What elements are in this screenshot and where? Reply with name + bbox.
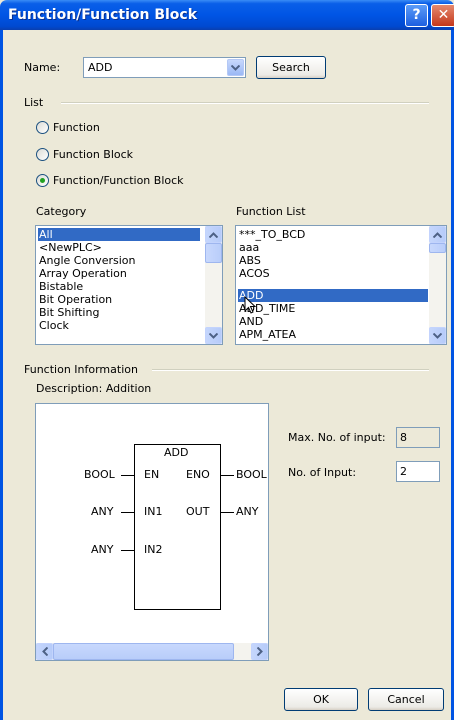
search-button[interactable]: Search: [256, 56, 326, 79]
ok-button[interactable]: OK: [284, 688, 358, 711]
radio-function-function-block-label: Function/Function Block: [53, 174, 184, 187]
radio-function-block-label: Function Block: [53, 148, 134, 161]
input-type-label: ANY: [91, 543, 114, 556]
category-label: Category: [36, 205, 87, 218]
list-group-divider: [61, 102, 429, 104]
function-info-label: Function Information: [24, 363, 138, 376]
close-button[interactable]: ✕: [431, 4, 454, 27]
max-inputs-label: Max. No. of input:: [288, 431, 386, 444]
num-inputs-field[interactable]: 2: [396, 461, 440, 482]
arrow-right-icon[interactable]: [251, 643, 268, 660]
max-inputs-value: 8: [400, 431, 407, 444]
list-item[interactable]: ADD: [238, 289, 428, 302]
arrow-left-icon[interactable]: [36, 643, 53, 660]
chevron-down-icon[interactable]: [227, 59, 244, 76]
num-inputs-label: No. of Input:: [288, 466, 357, 479]
list-group-label: List: [24, 96, 44, 109]
window-title: Function/Function Block: [8, 7, 198, 23]
search-button-label: Search: [272, 61, 310, 74]
list-item[interactable]: APM_ATEA: [238, 328, 297, 341]
radio-circle[interactable]: [36, 121, 49, 134]
input-pin-line: [121, 475, 134, 476]
name-combobox[interactable]: ADD: [83, 57, 246, 78]
output-pin-line: [221, 512, 234, 513]
input-pin-label: IN1: [144, 505, 163, 518]
category-scrollbar[interactable]: [205, 226, 222, 344]
list-item[interactable]: aaa: [238, 241, 260, 254]
arrow-down-icon[interactable]: [429, 327, 446, 344]
input-pin-line: [121, 512, 134, 513]
description-text: Description: Addition: [36, 382, 152, 395]
name-label: Name:: [24, 61, 61, 74]
input-type-label: BOOL: [84, 468, 115, 481]
radio-function-function-block[interactable]: Function/Function Block: [36, 174, 236, 190]
list-item[interactable]: ACOS: [238, 267, 271, 280]
cancel-button[interactable]: Cancel: [368, 688, 444, 711]
scroll-thumb[interactable]: [429, 243, 446, 253]
help-button[interactable]: ?: [405, 4, 428, 27]
function-info-divider: [152, 369, 429, 371]
output-pin-label: OUT: [186, 505, 210, 518]
list-item[interactable]: AND: [238, 315, 264, 328]
cancel-button-label: Cancel: [387, 693, 425, 706]
block-name: ADD: [164, 446, 189, 459]
list-item[interactable]: Clock: [38, 319, 70, 332]
function-list-label: Function List: [236, 205, 306, 218]
radio-circle-selected[interactable]: [36, 174, 49, 187]
output-type-label: ANY: [236, 505, 259, 518]
close-icon: ✕: [437, 7, 450, 23]
radio-function-label: Function: [53, 121, 100, 134]
diagram-hscrollbar[interactable]: [36, 643, 268, 660]
input-pin-label: IN2: [144, 543, 163, 556]
window-frame-left: [0, 30, 3, 720]
output-pin-label: ENO: [186, 468, 210, 481]
list-item[interactable]: ***_TO_BCD: [238, 228, 306, 241]
list-item[interactable]: Bit Shifting: [38, 306, 100, 319]
arrow-up-icon[interactable]: [429, 226, 446, 243]
list-item[interactable]: ABS: [238, 254, 262, 267]
name-value: ADD: [88, 61, 113, 74]
mouse-pointer-icon: [244, 296, 256, 314]
function-listbox[interactable]: ***_TO_BCD aaa ABS ACOS ADD ADD_TIME AND…: [235, 225, 447, 345]
list-item[interactable]: All: [38, 228, 200, 241]
scroll-thumb[interactable]: [205, 243, 222, 263]
input-type-label: ANY: [91, 505, 114, 518]
num-inputs-value: 2: [400, 465, 407, 478]
scroll-thumb[interactable]: [53, 643, 234, 660]
output-pin-line: [221, 475, 234, 476]
input-pin-line: [121, 550, 134, 551]
radio-function-block[interactable]: Function Block: [36, 148, 236, 164]
arrow-down-icon[interactable]: [205, 327, 222, 344]
ok-button-label: OK: [313, 693, 329, 706]
list-item[interactable]: Bit Operation: [38, 293, 113, 306]
radio-circle[interactable]: [36, 148, 49, 161]
function-list-scrollbar[interactable]: [429, 226, 446, 344]
list-item[interactable]: <NewPLC>: [38, 241, 103, 254]
function-block-diagram: ADD BOOL EN ANY IN1 ANY IN2 ENO BOOL OUT…: [35, 403, 269, 661]
list-item[interactable]: Array Operation: [38, 267, 128, 280]
arrow-up-icon[interactable]: [205, 226, 222, 243]
radio-function[interactable]: Function: [36, 121, 236, 137]
max-inputs-field: 8: [396, 427, 440, 448]
category-listbox[interactable]: All <NewPLC> Angle Conversion Array Oper…: [35, 225, 223, 345]
input-pin-label: EN: [144, 468, 160, 481]
help-icon: ?: [412, 7, 421, 23]
output-type-label: BOOL: [236, 468, 267, 481]
radio-selected-dot: [40, 178, 45, 183]
list-item[interactable]: Bistable: [38, 280, 84, 293]
list-item[interactable]: Angle Conversion: [38, 254, 136, 267]
